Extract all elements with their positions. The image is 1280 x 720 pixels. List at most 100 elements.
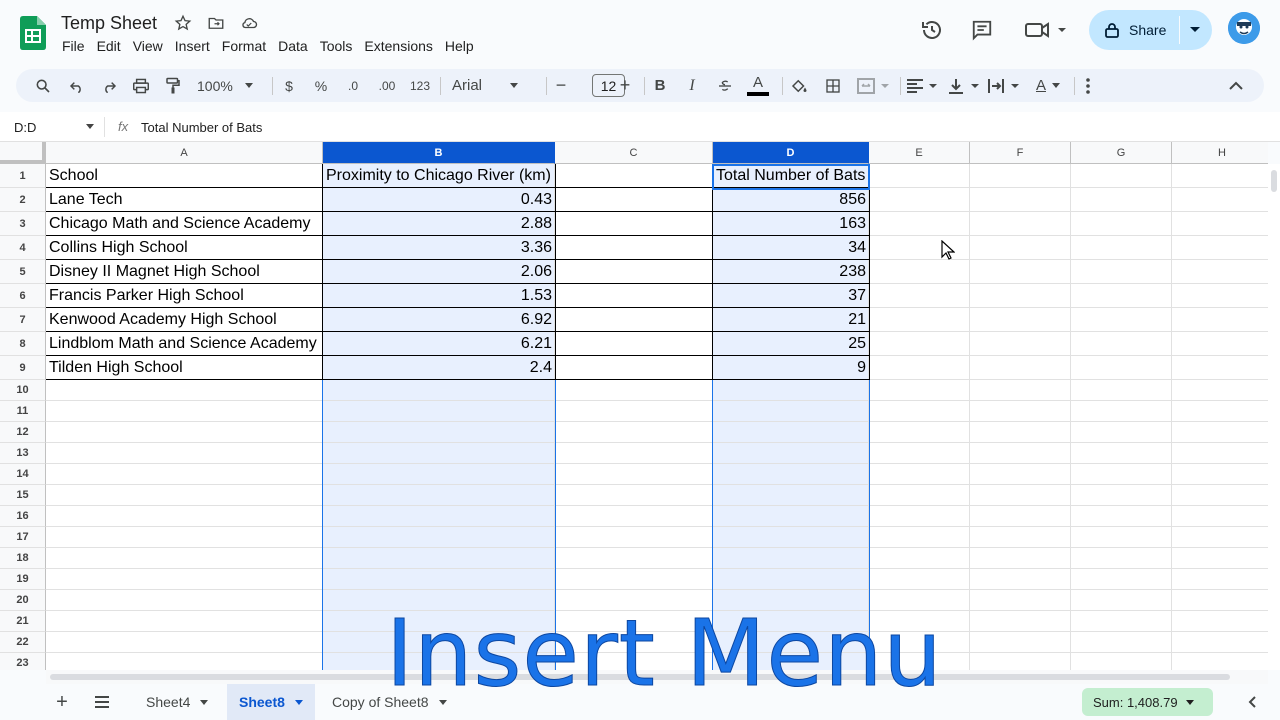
row-header-10[interactable]: 10 [0,380,46,401]
fill-color-icon[interactable] [788,69,810,102]
column-header-d[interactable]: D [713,142,869,164]
spreadsheet-grid[interactable]: A B C D E F G H 1 2 3 4 5 6 7 8 9 10 11 12 13 14 15 16 1… [0,142,1268,670]
cell-school[interactable]: Lindblom Math and Science Academy [49,332,321,356]
bold-button[interactable]: B [650,69,670,102]
cell-bats[interactable]: 37 [714,284,866,308]
row-header-7[interactable]: 7 [0,308,46,332]
cell-bats[interactable]: 238 [714,260,866,284]
row-header-14[interactable]: 14 [0,464,46,485]
decrease-decimal-button[interactable]: .0 [340,69,366,102]
comment-icon[interactable] [962,10,1002,50]
menu-edit[interactable]: Edit [91,37,127,55]
menu-insert[interactable]: Insert [169,37,216,55]
column-header-b[interactable]: B [323,142,555,164]
currency-format-button[interactable]: $ [278,69,300,102]
number-format-button[interactable]: 123 [406,69,434,102]
redo-icon[interactable] [96,69,122,102]
decrease-font-size-button[interactable]: − [552,69,570,102]
cell-school[interactable]: Kenwood Academy High School [49,308,321,332]
cell-proximity[interactable]: 2.06 [325,260,552,284]
cell-school[interactable]: Chicago Math and Science Academy [49,212,321,236]
add-sheet-button[interactable]: + [50,684,74,720]
cell-bats[interactable]: 163 [714,212,866,236]
document-title[interactable]: Temp Sheet [61,13,157,34]
menu-view[interactable]: View [127,37,169,55]
borders-icon[interactable] [822,69,844,102]
row-header-21[interactable]: 21 [0,611,46,632]
avatar[interactable] [1228,12,1260,44]
row-header-1[interactable]: 1 [0,164,46,188]
column-header-f[interactable]: F [970,142,1071,164]
text-rotation-button[interactable]: A [1028,69,1068,102]
row-header-20[interactable]: 20 [0,590,46,611]
select-all-corner[interactable] [0,142,46,164]
cell-proximity[interactable]: 6.21 [325,332,552,356]
row-header-15[interactable]: 15 [0,485,46,506]
cell-proximity[interactable]: 6.92 [325,308,552,332]
row-header-6[interactable]: 6 [0,284,46,308]
header-cell-proximity[interactable]: Proximity to Chicago River (km) [326,164,553,188]
horizontal-align-icon[interactable] [904,69,940,102]
share-button[interactable]: Share [1089,10,1212,50]
row-header-2[interactable]: 2 [0,188,46,212]
increase-decimal-button[interactable]: .00 [372,69,402,102]
menu-format[interactable]: Format [216,37,272,55]
all-sheets-icon[interactable] [90,684,114,720]
cell-bats[interactable]: 34 [714,236,866,260]
column-header-e[interactable]: E [869,142,970,164]
cell-proximity[interactable]: 3.36 [325,236,552,260]
merge-cells-icon[interactable] [854,69,894,102]
print-icon[interactable] [128,69,154,102]
percent-format-button[interactable]: % [310,69,332,102]
menu-file[interactable]: File [56,37,91,55]
zoom-select[interactable]: 100% [192,69,262,102]
font-family-select[interactable]: Arial [452,69,534,102]
name-box[interactable]: D:D [14,120,36,135]
menu-extensions[interactable]: Extensions [358,37,438,55]
vertical-align-icon[interactable] [946,69,982,102]
cell-proximity[interactable]: 2.88 [325,212,552,236]
cell-school[interactable]: Disney II Magnet High School [49,260,321,284]
column-header-g[interactable]: G [1071,142,1172,164]
text-color-button[interactable]: A [746,69,770,102]
cell-proximity[interactable]: 0.43 [325,188,552,212]
text-wrapping-icon[interactable] [986,69,1022,102]
cloud-saved-icon[interactable] [238,14,260,34]
row-header-18[interactable]: 18 [0,548,46,569]
row-header-3[interactable]: 3 [0,212,46,236]
cell-school[interactable]: Francis Parker High School [49,284,321,308]
chevron-down-icon[interactable] [86,124,94,129]
sheet-tab-sheet4[interactable]: Sheet4 [134,684,220,720]
menu-tools[interactable]: Tools [314,37,359,55]
cell-school[interactable]: Lane Tech [49,188,321,212]
row-header-16[interactable]: 16 [0,506,46,527]
sheets-logo-icon[interactable] [20,16,46,50]
italic-button[interactable]: I [682,69,702,102]
menu-data[interactable]: Data [272,37,314,55]
column-header-c[interactable]: C [555,142,713,164]
collapse-toolbar-icon[interactable] [1224,69,1248,102]
formula-input[interactable]: Total Number of Bats [141,120,262,135]
sum-summary-chip[interactable]: Sum: 1,408.79 [1082,688,1213,716]
row-header-22[interactable]: 22 [0,632,46,653]
vertical-scrollbar[interactable] [1268,164,1280,670]
undo-icon[interactable] [64,69,90,102]
row-header-17[interactable]: 17 [0,527,46,548]
row-header-12[interactable]: 12 [0,422,46,443]
cell-bats[interactable]: 856 [714,188,866,212]
cell-bats[interactable]: 9 [714,356,866,380]
menu-help[interactable]: Help [439,37,480,55]
side-panel-toggle-icon[interactable] [1242,684,1262,720]
cell-school[interactable]: Collins High School [49,236,321,260]
row-header-8[interactable]: 8 [0,332,46,356]
share-dropdown-icon[interactable] [1190,27,1200,32]
cell-school[interactable]: Tilden High School [49,356,321,380]
row-header-23[interactable]: 23 [0,653,46,670]
row-header-4[interactable]: 4 [0,236,46,260]
cell-bats[interactable]: 21 [714,308,866,332]
row-header-5[interactable]: 5 [0,260,46,284]
row-header-13[interactable]: 13 [0,443,46,464]
row-header-9[interactable]: 9 [0,356,46,380]
row-header-19[interactable]: 19 [0,569,46,590]
column-header-h[interactable]: H [1172,142,1268,164]
